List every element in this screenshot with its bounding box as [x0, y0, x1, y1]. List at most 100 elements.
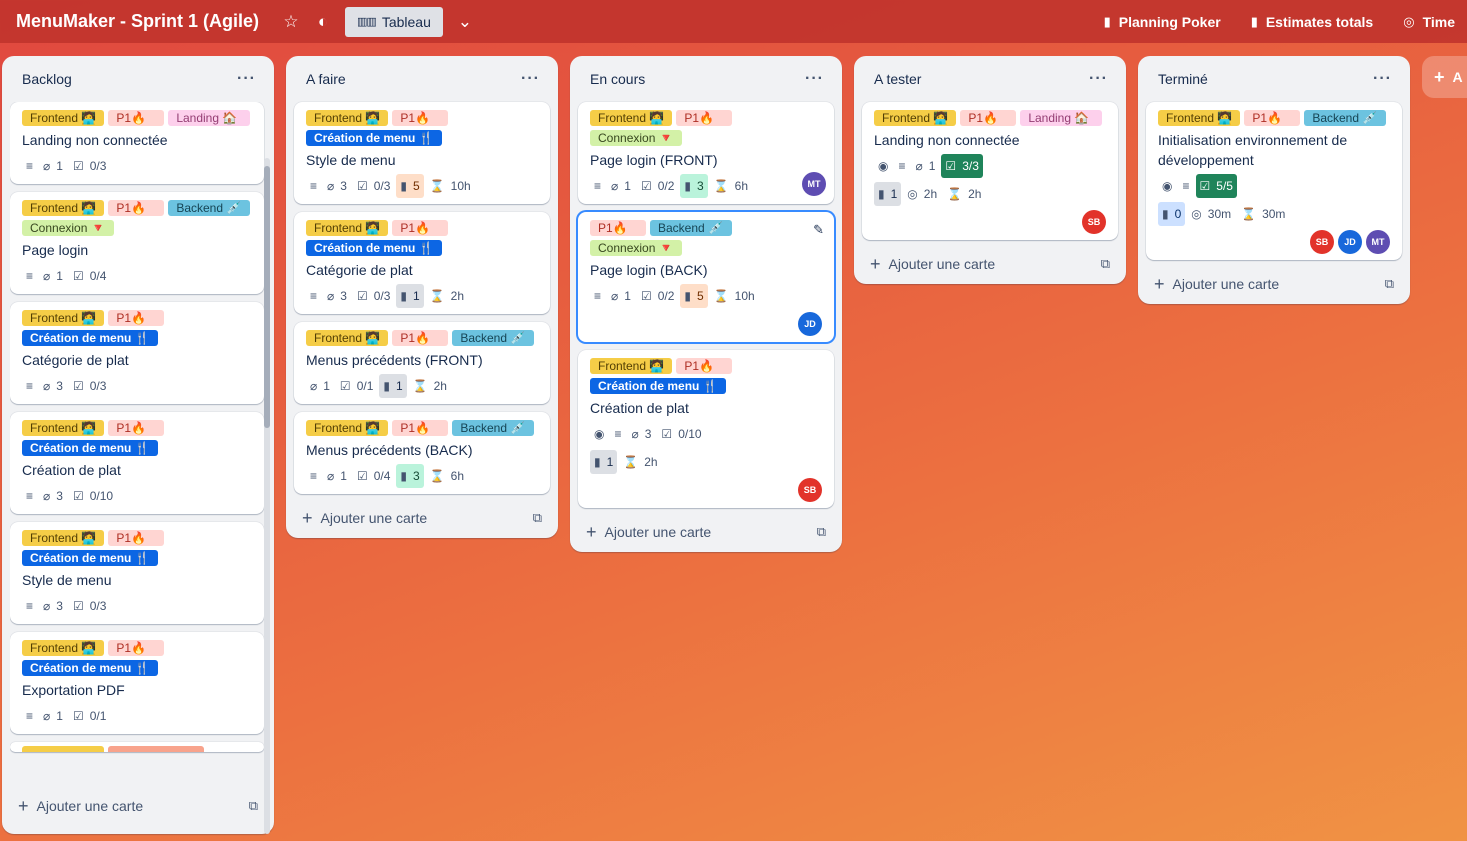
add-card-button[interactable]: + Ajouter une carte	[586, 523, 711, 541]
scrollbar-thumb[interactable]	[264, 166, 270, 428]
label-frontend[interactable]: Frontend 🧑‍💻	[22, 310, 105, 326]
avatar[interactable]: SB	[1082, 210, 1106, 234]
list-title[interactable]: A faire	[306, 71, 346, 87]
card-selected[interactable]: ✎ P1🔥 Backend 💉 Connexion 🔻 Page login (…	[578, 212, 834, 342]
label-landing[interactable]: Landing 🏠	[168, 110, 251, 126]
card[interactable]: Frontend 🧑‍💻 P1🔥 Création de menu 🍴 Expo…	[10, 632, 264, 734]
label-frontend[interactable]: Frontend 🧑‍💻	[1158, 110, 1241, 126]
label-frontend[interactable]: Frontend 🧑‍💻	[306, 110, 389, 126]
label-frontend[interactable]: Frontend 🧑‍💻	[22, 640, 105, 656]
label-frontend[interactable]: Frontend 🧑‍💻	[306, 420, 389, 436]
more-icon[interactable]: ···	[1089, 70, 1108, 88]
powerup-planning-poker[interactable]: ▮ Planning Poker	[1104, 14, 1221, 30]
add-card-button[interactable]: + Ajouter une carte	[302, 509, 427, 527]
avatar[interactable]: MT	[1366, 230, 1390, 254]
label-connexion[interactable]: Connexion 🔻	[590, 240, 682, 256]
label-backend[interactable]: Backend 💉	[1304, 110, 1387, 126]
label-p1[interactable]: P1🔥	[108, 420, 165, 436]
more-icon[interactable]: ···	[521, 70, 540, 88]
more-icon[interactable]: ···	[237, 70, 256, 88]
label-p1[interactable]: P1🔥	[108, 310, 165, 326]
avatar[interactable]: SB	[1310, 230, 1334, 254]
label-p1[interactable]: P1🔥	[392, 420, 449, 436]
card[interactable]: Frontend 🧑‍💻 P1🔥 Backend 💉 Initialisatio…	[1146, 102, 1402, 260]
add-card-button[interactable]: + Ajouter une carte	[1154, 275, 1279, 293]
label-p1[interactable]: P1🔥	[108, 200, 165, 216]
label-p1[interactable]: P1🔥	[108, 110, 165, 126]
label-p1[interactable]: P1🔥	[108, 640, 165, 656]
avatar[interactable]: SB	[798, 478, 822, 502]
label-p1[interactable]: P1🔥	[590, 220, 646, 236]
label-p1[interactable]: P1🔥	[108, 530, 165, 546]
add-card-button[interactable]: + Ajouter une carte	[870, 255, 995, 273]
card-template-icon[interactable]: ⧉	[1101, 256, 1110, 272]
card[interactable]: Frontend 🧑‍💻 P1🔥 Création de menu 🍴 Styl…	[10, 522, 264, 624]
avatar[interactable]: JD	[1338, 230, 1362, 254]
view-switcher-button[interactable]: ▥▥ Tableau	[345, 6, 443, 37]
label-frontend[interactable]: Frontend 🧑‍💻	[306, 330, 389, 346]
label-creation-menu[interactable]: Création de menu 🍴	[590, 378, 726, 394]
card-template-icon[interactable]: ⧉	[1385, 276, 1394, 292]
powerup-time[interactable]: ◎ Time	[1403, 14, 1455, 30]
chevron-down-icon[interactable]: ⌄	[449, 7, 481, 37]
label-frontend[interactable]: Frontend 🧑‍💻	[306, 220, 389, 236]
more-icon[interactable]: ···	[1373, 70, 1392, 88]
card[interactable]: Frontend 🧑‍💻 P1🔥 Backend 💉 Connexion 🔻 P…	[10, 192, 264, 294]
card-template-icon[interactable]: ⧉	[817, 524, 826, 540]
powerup-estimates-totals[interactable]: ▮ Estimates totals	[1251, 14, 1374, 30]
card-template-icon[interactable]: ⧉	[249, 798, 258, 814]
label-creation-menu[interactable]: Création de menu 🍴	[22, 330, 158, 346]
avatar[interactable]: MT	[802, 172, 826, 196]
label-connexion[interactable]: Connexion 🔻	[590, 130, 682, 146]
label-p1[interactable]: P1🔥	[676, 358, 733, 374]
label-partial[interactable]	[108, 746, 204, 752]
card[interactable]: Frontend 🧑‍💻 P1🔥 Création de menu 🍴 Caté…	[294, 212, 550, 314]
label-frontend[interactable]: Frontend 🧑‍💻	[590, 358, 673, 374]
card[interactable]: Frontend 🧑‍💻 P1🔥 Création de menu 🍴 Caté…	[10, 302, 264, 404]
label-creation-menu[interactable]: Création de menu 🍴	[306, 130, 442, 146]
label-backend[interactable]: Backend 💉	[452, 330, 535, 346]
list-title[interactable]: En cours	[590, 71, 645, 87]
board-title[interactable]: MenuMaker - Sprint 1 (Agile)	[16, 11, 259, 32]
card-template-icon[interactable]: ⧉	[533, 510, 542, 526]
more-icon[interactable]: ···	[805, 70, 824, 88]
avatar[interactable]: JD	[798, 312, 822, 336]
label-frontend[interactable]: Frontend 🧑‍💻	[874, 110, 957, 126]
card[interactable]: Frontend 🧑‍💻 P1🔥 Landing 🏠 Landing non c…	[10, 102, 264, 184]
list-title[interactable]: A tester	[874, 71, 921, 87]
card[interactable]: Frontend 🧑‍💻 P1🔥 Connexion 🔻 Page login …	[578, 102, 834, 204]
card[interactable]: Frontend 🧑‍💻 P1🔥 Création de menu 🍴 Styl…	[294, 102, 550, 204]
label-frontend[interactable]: Frontend 🧑‍💻	[590, 110, 673, 126]
list-scrollbar[interactable]	[264, 158, 270, 834]
add-list-button[interactable]: + A	[1422, 56, 1467, 98]
label-p1[interactable]: P1🔥	[392, 330, 449, 346]
label-landing[interactable]: Landing 🏠	[1020, 110, 1103, 126]
visibility-icon[interactable]: ◐	[307, 7, 339, 37]
card[interactable]: Frontend 🧑‍💻 P1🔥 Landing 🏠 Landing non c…	[862, 102, 1118, 240]
label-frontend[interactable]	[22, 746, 104, 752]
label-creation-menu[interactable]: Création de menu 🍴	[22, 550, 158, 566]
label-frontend[interactable]: Frontend 🧑‍💻	[22, 110, 105, 126]
card[interactable]	[10, 742, 264, 752]
list-title[interactable]: Backlog	[22, 71, 72, 87]
label-backend[interactable]: Backend 💉	[650, 220, 732, 236]
label-frontend[interactable]: Frontend 🧑‍💻	[22, 200, 105, 216]
label-frontend[interactable]: Frontend 🧑‍💻	[22, 420, 105, 436]
label-creation-menu[interactable]: Création de menu 🍴	[22, 440, 158, 456]
list-title[interactable]: Terminé	[1158, 71, 1208, 87]
card[interactable]: Frontend 🧑‍💻 P1🔥 Création de menu 🍴 Créa…	[10, 412, 264, 514]
star-icon[interactable]: ☆	[275, 7, 307, 37]
label-p1[interactable]: P1🔥	[392, 110, 449, 126]
label-connexion[interactable]: Connexion 🔻	[22, 220, 114, 236]
label-frontend[interactable]: Frontend 🧑‍💻	[22, 530, 105, 546]
card[interactable]: Frontend 🧑‍💻 P1🔥 Backend 💉 Menus précéde…	[294, 412, 550, 494]
card[interactable]: Frontend 🧑‍💻 P1🔥 Backend 💉 Menus précéde…	[294, 322, 550, 404]
add-card-button[interactable]: + Ajouter une carte	[18, 797, 143, 815]
label-creation-menu[interactable]: Création de menu 🍴	[306, 240, 442, 256]
label-p1[interactable]: P1🔥	[1244, 110, 1301, 126]
label-p1[interactable]: P1🔥	[676, 110, 733, 126]
label-backend[interactable]: Backend 💉	[452, 420, 535, 436]
label-p1[interactable]: P1🔥	[392, 220, 449, 236]
label-creation-menu[interactable]: Création de menu 🍴	[22, 660, 158, 676]
label-p1[interactable]: P1🔥	[960, 110, 1017, 126]
